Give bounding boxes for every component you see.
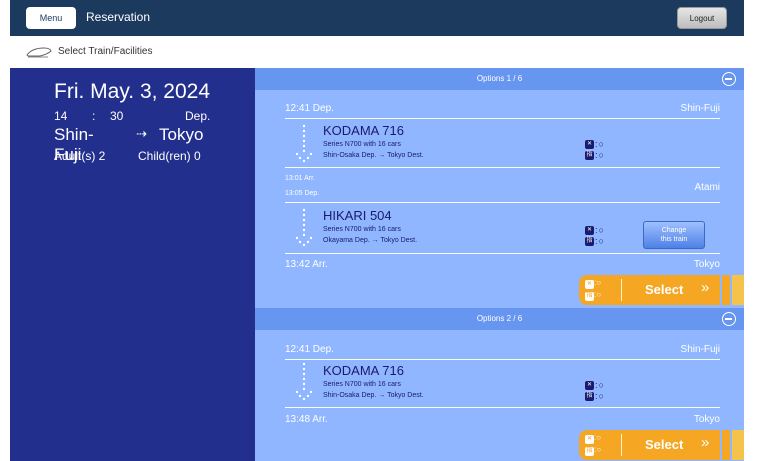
to-station: Tokyo — [159, 125, 204, 144]
seat-nonreserved-status: ✕ : ○ — [585, 139, 604, 149]
breadcrumb-label: Select Train/Facilities — [58, 46, 153, 57]
divider — [285, 167, 720, 168]
nonreserved-seat-icon: ✕ — [585, 435, 594, 444]
select-seat-summary: ✕:○ 指:○ — [585, 433, 602, 456]
route-arrow-icon: ⇢ — [136, 126, 147, 141]
option-header[interactable]: Options 1 / 6 — [255, 68, 744, 90]
departure-station: Shin-Fuji — [680, 103, 720, 114]
transfer-station: Atami — [694, 182, 720, 193]
page-title: Reservation — [86, 10, 151, 24]
train-name: KODAMA 716 — [323, 123, 404, 138]
option-title: Options 2 / 6 — [476, 314, 523, 323]
collapse-icon[interactable] — [722, 312, 736, 326]
route-dots-icon — [295, 124, 313, 163]
train-cars: Series N700 with 16 cars — [323, 141, 401, 148]
logout-button[interactable]: Logout — [677, 7, 727, 29]
seat-nonreserved-status: ✕ : ○ — [585, 380, 604, 390]
collapse-icon[interactable] — [722, 72, 736, 86]
option-header[interactable]: Options 2 / 6 — [255, 308, 744, 330]
arrival-station: Tokyo — [693, 414, 720, 425]
reserved-seat-icon: 指 — [585, 150, 594, 160]
train-route: Shin-Osaka Dep. → Tokyo Dest. — [323, 392, 424, 399]
nonreserved-seat-icon: ✕ — [585, 139, 594, 149]
select-seat-summary: ✕:○ 指:○ — [585, 278, 602, 301]
reserved-seat-icon: 指 — [585, 236, 594, 246]
time-type: Dep. — [185, 109, 211, 123]
route-dots-icon — [295, 362, 313, 401]
chevron-right-icon: » — [701, 279, 710, 296]
divider — [285, 118, 720, 119]
select-option-button[interactable]: ✕:○ 指:○ Select » — [579, 275, 744, 305]
route-dots-icon — [295, 208, 313, 247]
transfer-arrival-time: 13:01 Arr. — [285, 175, 315, 182]
adult-count: Adult(s) 2 — [54, 149, 106, 163]
arrival-time: 13:42 Arr. — [285, 259, 328, 270]
select-button-body[interactable]: ✕:○ 指:○ Select » — [579, 275, 720, 305]
arrival-station: Tokyo — [693, 259, 720, 270]
reserved-seat-icon: 指 — [585, 391, 594, 401]
menu-button[interactable]: Menu — [26, 7, 76, 29]
time-colon: : — [92, 109, 96, 123]
select-edge — [732, 275, 744, 305]
train-name: KODAMA 716 — [323, 363, 404, 378]
train-icon — [26, 47, 52, 58]
train-route: Shin-Osaka Dep. → Tokyo Dest. — [323, 152, 424, 159]
select-edge — [722, 430, 730, 460]
departure-time: 12:41 Dep. — [285, 344, 334, 355]
seat-reserved-status: 指 : ○ — [585, 391, 604, 401]
breadcrumb: Select Train/Facilities — [10, 38, 744, 66]
transfer-departure-time: 13:05 Dep. — [285, 190, 320, 197]
select-edge — [732, 430, 744, 460]
change-train-button[interactable]: Change this train — [643, 221, 705, 249]
travel-date: Fri. May. 3, 2024 — [54, 80, 211, 103]
select-label: Select — [645, 437, 684, 452]
seat-nonreserved-status: ✕ : ○ — [585, 225, 604, 235]
arrival-time: 13:48 Arr. — [285, 414, 328, 425]
travel-minute: 30 — [110, 109, 124, 123]
select-divider — [621, 279, 622, 301]
seat-reserved-status: 指 : ○ — [585, 150, 604, 160]
divider — [285, 253, 720, 254]
departure-time: 12:41 Dep. — [285, 103, 334, 114]
options-list: Options 1 / 6 12:41 Dep. Shin-Fuji KODAM… — [255, 68, 744, 461]
train-cars: Series N700 with 16 cars — [323, 226, 401, 233]
nonreserved-seat-icon: ✕ — [585, 225, 594, 235]
top-bar: Menu Reservation Logout — [10, 0, 744, 36]
select-edge — [722, 275, 730, 305]
nonreserved-seat-icon: ✕ — [585, 380, 594, 390]
travel-hour: 14 — [54, 109, 68, 123]
divider — [285, 359, 720, 360]
select-label: Select — [645, 282, 684, 297]
train-route: Okayama Dep. → Tokyo Dest. — [323, 237, 418, 244]
option-title: Options 1 / 6 — [476, 74, 523, 83]
select-divider — [621, 434, 622, 456]
child-count: Child(ren) 0 — [138, 149, 201, 163]
select-button-body[interactable]: ✕:○ 指:○ Select » — [579, 430, 720, 460]
reserved-seat-icon: 指 — [585, 447, 594, 456]
divider — [285, 407, 720, 408]
train-name: HIKARI 504 — [323, 208, 392, 223]
divider — [285, 202, 720, 203]
departure-station: Shin-Fuji — [680, 344, 720, 355]
reserved-seat-icon: 指 — [585, 292, 594, 301]
seat-reserved-status: 指 : ○ — [585, 236, 604, 246]
chevron-right-icon: » — [701, 434, 710, 451]
search-summary-panel: Fri. May. 3, 2024 14 : 30 Dep. Shin-Fuji… — [10, 68, 255, 461]
nonreserved-seat-icon: ✕ — [585, 280, 594, 289]
train-cars: Series N700 with 16 cars — [323, 381, 401, 388]
select-option-button[interactable]: ✕:○ 指:○ Select » — [579, 430, 744, 460]
